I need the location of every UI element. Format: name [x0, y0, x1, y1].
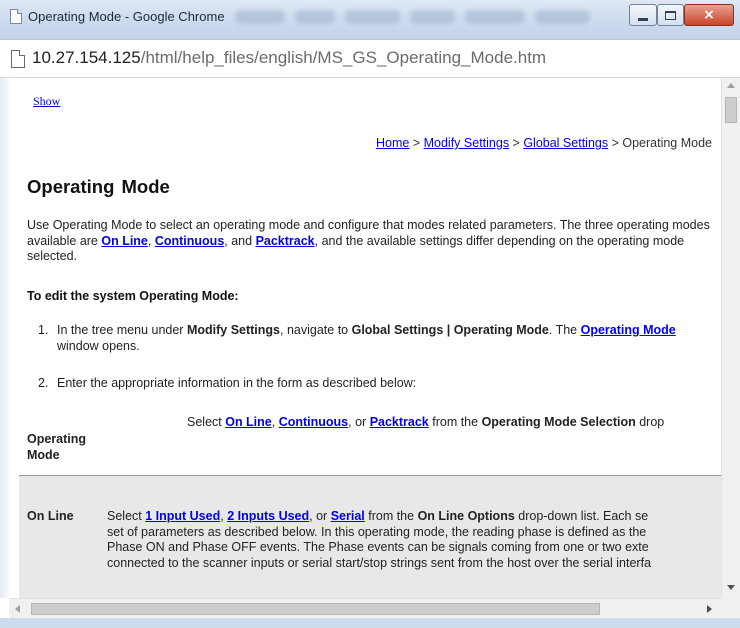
packtrack-link[interactable]: Packtrack: [370, 415, 429, 429]
desc-bold-text: Operating Mode Selection: [481, 415, 636, 429]
show-link[interactable]: Show: [33, 94, 60, 109]
step-1: 1. In the tree menu under Modify Setting…: [38, 323, 718, 355]
breadcrumb: Home > Modify Settings > Global Settings…: [376, 136, 712, 150]
desc-text: drop: [635, 415, 665, 429]
title-bar: Operating Mode - Google Chrome ×: [0, 0, 740, 40]
url-text[interactable]: 10.27.154.125/html/help_files/english/MS…: [32, 48, 546, 68]
step-text-part: In the tree menu under: [57, 323, 187, 337]
page-icon: [10, 9, 22, 24]
page-icon: [11, 50, 25, 68]
step-text-part: . The: [548, 323, 581, 337]
on-line-description: Select 1 Input Used, 2 Inputs Used, or S…: [107, 509, 721, 571]
label-line: Mode: [27, 447, 60, 462]
window-bottom-frame: [0, 618, 740, 628]
label-line: Operating: [27, 432, 87, 446]
on-line-link[interactable]: On Line: [101, 234, 148, 248]
breadcrumb-modify-settings[interactable]: Modify Settings: [424, 136, 509, 150]
vertical-scroll-thumb[interactable]: [725, 97, 737, 123]
step-bold-text: Modify Settings: [186, 323, 281, 337]
operating-mode-link[interactable]: Operating Mode: [581, 323, 676, 337]
step-bold-text: Global Settings | Operating Mode: [351, 323, 549, 337]
step-text: In the tree menu under Modify Settings, …: [57, 323, 697, 354]
desc-line: set of parameters as described below. In…: [107, 524, 647, 539]
close-button[interactable]: ×: [684, 4, 734, 26]
maximize-icon: [665, 10, 676, 20]
packtrack-link[interactable]: Packtrack: [256, 234, 315, 248]
serial-link[interactable]: Serial: [331, 509, 365, 523]
intro-text: , and: [224, 233, 256, 248]
one-input-used-link[interactable]: 1 Input Used: [145, 509, 220, 523]
breadcrumb-separator: >: [409, 136, 424, 150]
breadcrumb-separator: >: [509, 136, 524, 150]
address-bar[interactable]: 10.27.154.125/html/help_files/english/MS…: [0, 40, 740, 78]
breadcrumb-home[interactable]: Home: [376, 136, 409, 150]
vertical-scrollbar[interactable]: [721, 78, 740, 598]
step-number: 2.: [38, 376, 49, 390]
scroll-down-arrow-icon[interactable]: [727, 585, 735, 590]
desc-text: from the: [364, 509, 418, 523]
scroll-up-arrow-icon[interactable]: [727, 83, 735, 88]
desc-text: from the: [428, 415, 482, 429]
browser-window: Operating Mode - Google Chrome × 10.27.1…: [0, 0, 740, 628]
breadcrumb-current: Operating Mode: [622, 136, 712, 150]
close-icon: ×: [703, 7, 715, 23]
desc-text: ,: [271, 415, 279, 429]
scroll-left-arrow-icon[interactable]: [15, 605, 20, 613]
edit-heading: To edit the system Operating Mode:: [27, 289, 239, 303]
two-inputs-used-link[interactable]: 2 Inputs Used: [227, 509, 309, 523]
desc-line: connected to the scanner inputs or seria…: [107, 555, 652, 570]
url-host: 10.27.154.125: [32, 48, 141, 67]
desc-text: drop-down list. Each se: [514, 509, 649, 523]
intro-paragraph: Use Operating Mode to select an operatin…: [27, 218, 717, 265]
step-number: 1.: [38, 323, 49, 337]
minimize-button[interactable]: [629, 4, 657, 26]
step-text-part: , navigate to: [280, 323, 352, 337]
desc-text: , or: [348, 415, 370, 429]
horizontal-scrollbar[interactable]: [9, 598, 721, 618]
page-content: Show Home > Modify Settings > Global Set…: [9, 78, 721, 598]
scroll-right-arrow-icon[interactable]: [707, 605, 712, 613]
on-line-link[interactable]: On Line: [225, 415, 272, 429]
step-text: Enter the appropriate information in the…: [57, 376, 417, 390]
desc-bold-text: On Line Options: [417, 509, 515, 523]
desc-line: Select 1 Input Used, 2 Inputs Used, or S…: [107, 509, 721, 525]
scrollbar-corner: [721, 598, 740, 618]
intro-text: ,: [147, 233, 155, 248]
left-frame-edge: [0, 78, 9, 598]
continuous-link[interactable]: Continuous: [279, 415, 348, 429]
operating-mode-description: Select On Line, Continuous, or Packtrack…: [187, 415, 664, 429]
breadcrumb-global-settings[interactable]: Global Settings: [523, 136, 608, 150]
desc-text: , or: [309, 509, 331, 523]
continuous-link[interactable]: Continuous: [155, 234, 224, 248]
maximize-button[interactable]: [657, 4, 684, 26]
page-title: Operating Mode: [27, 176, 170, 197]
desc-line: Phase ON and Phase OFF events. The Phase…: [107, 540, 649, 555]
blurred-taskbar-area: [235, 10, 595, 24]
step-text-part: window opens.: [57, 338, 140, 353]
window-title: Operating Mode - Google Chrome: [28, 9, 225, 24]
on-line-label: On Line: [27, 509, 74, 523]
desc-text: Select: [187, 415, 226, 429]
breadcrumb-separator: >: [608, 136, 623, 150]
desc-text: Select: [107, 509, 146, 523]
url-path: /html/help_files/english/MS_GS_Operating…: [140, 48, 547, 67]
operating-mode-label: Operating Mode: [27, 432, 86, 463]
minimize-icon: [638, 17, 648, 21]
horizontal-scroll-thumb[interactable]: [31, 603, 600, 615]
step-2: 2. Enter the appropriate information in …: [38, 376, 718, 392]
